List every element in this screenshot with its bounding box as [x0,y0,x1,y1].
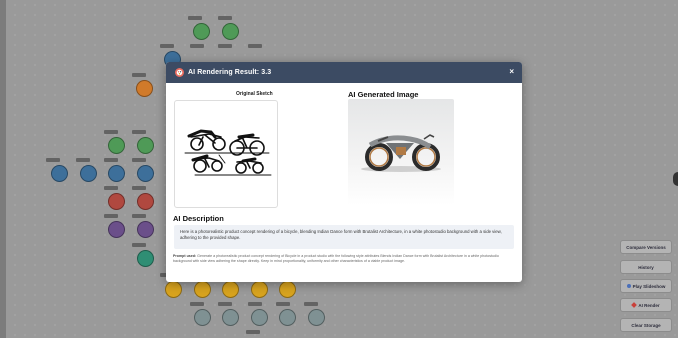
node-tag [218,16,232,20]
node-tag [188,16,202,20]
node-tag [246,330,260,334]
graph-node[interactable] [194,309,211,326]
canvas-scroll-handle[interactable] [673,172,678,186]
node-tag [276,302,290,306]
history-label: History [638,264,654,270]
node-tag [46,158,60,162]
graph-node[interactable] [279,309,296,326]
node-tag [248,302,262,306]
graph-node[interactable] [308,309,325,326]
ai-render-label: AI Render [638,302,660,308]
history-button[interactable]: History [620,260,672,274]
graph-node[interactable] [137,165,154,182]
prompt-text: Generate a photorealistic product concep… [173,254,499,263]
graph-node[interactable] [137,250,154,267]
graph-node[interactable] [137,137,154,154]
graph-node[interactable] [136,80,153,97]
graph-node[interactable] [80,165,97,182]
close-icon[interactable]: × [509,67,514,76]
node-tag [132,158,146,162]
graph-node[interactable] [108,137,125,154]
left-panel-edge [0,0,6,338]
clear-storage-label: Clear Storage [631,322,661,328]
node-tag [132,130,146,134]
node-tag [104,158,118,162]
graph-node[interactable] [279,281,296,298]
graph-node[interactable] [194,281,211,298]
ai-description-text: Here is a photorealistic product concept… [174,225,514,249]
node-tag [132,186,146,190]
node-tag [104,186,118,190]
graph-node[interactable] [108,193,125,210]
play-slideshow-button[interactable]: Play Slideshow [620,279,672,293]
modal-header: AI Rendering Result: 3.3 × [166,62,522,83]
compare-versions-label: Compare Versions [626,244,666,250]
graph-node[interactable] [137,193,154,210]
graph-node[interactable] [108,221,125,238]
ai-generated-image [348,99,454,205]
compare-versions-button[interactable]: Compare Versions [620,240,672,254]
node-tag [248,44,262,48]
original-sketch-image [174,100,278,208]
play-icon [626,284,631,288]
ai-description-heading: AI Description [173,214,224,223]
node-tag [190,44,204,48]
graph-node[interactable] [165,281,182,298]
node-tag [132,73,146,77]
play-slideshow-label: Play Slideshow [632,283,666,289]
node-tag [132,243,146,247]
graph-node[interactable] [222,23,239,40]
node-tag [218,302,232,306]
graph-node[interactable] [222,309,239,326]
prompt-used: Prompt used: Generate a photorealistic p… [173,254,515,264]
ai-rendering-modal: AI Rendering Result: 3.3 × Original Sket… [166,62,522,282]
node-tag [190,302,204,306]
graph-node[interactable] [51,165,68,182]
ai-render-button[interactable]: AI Render [620,298,672,312]
ai-generated-label: AI Generated Image [348,90,419,99]
graph-node[interactable] [137,221,154,238]
original-sketch-label: Original Sketch [236,91,273,97]
node-tag [132,214,146,218]
node-tag [218,44,232,48]
graph-node[interactable] [108,165,125,182]
node-tag [104,214,118,218]
node-tag [304,302,318,306]
sparkle-icon [631,302,638,308]
graph-node[interactable] [251,281,268,298]
clear-storage-button[interactable]: Clear Storage [620,318,672,332]
graph-node[interactable] [222,281,239,298]
graph-node[interactable] [251,309,268,326]
node-tag [104,130,118,134]
modal-title: AI Rendering Result: 3.3 [188,69,272,76]
graph-node[interactable] [193,23,210,40]
node-tag [76,158,90,162]
palette-icon [175,68,184,77]
node-tag [160,44,174,48]
prompt-label: Prompt used: [173,254,197,258]
